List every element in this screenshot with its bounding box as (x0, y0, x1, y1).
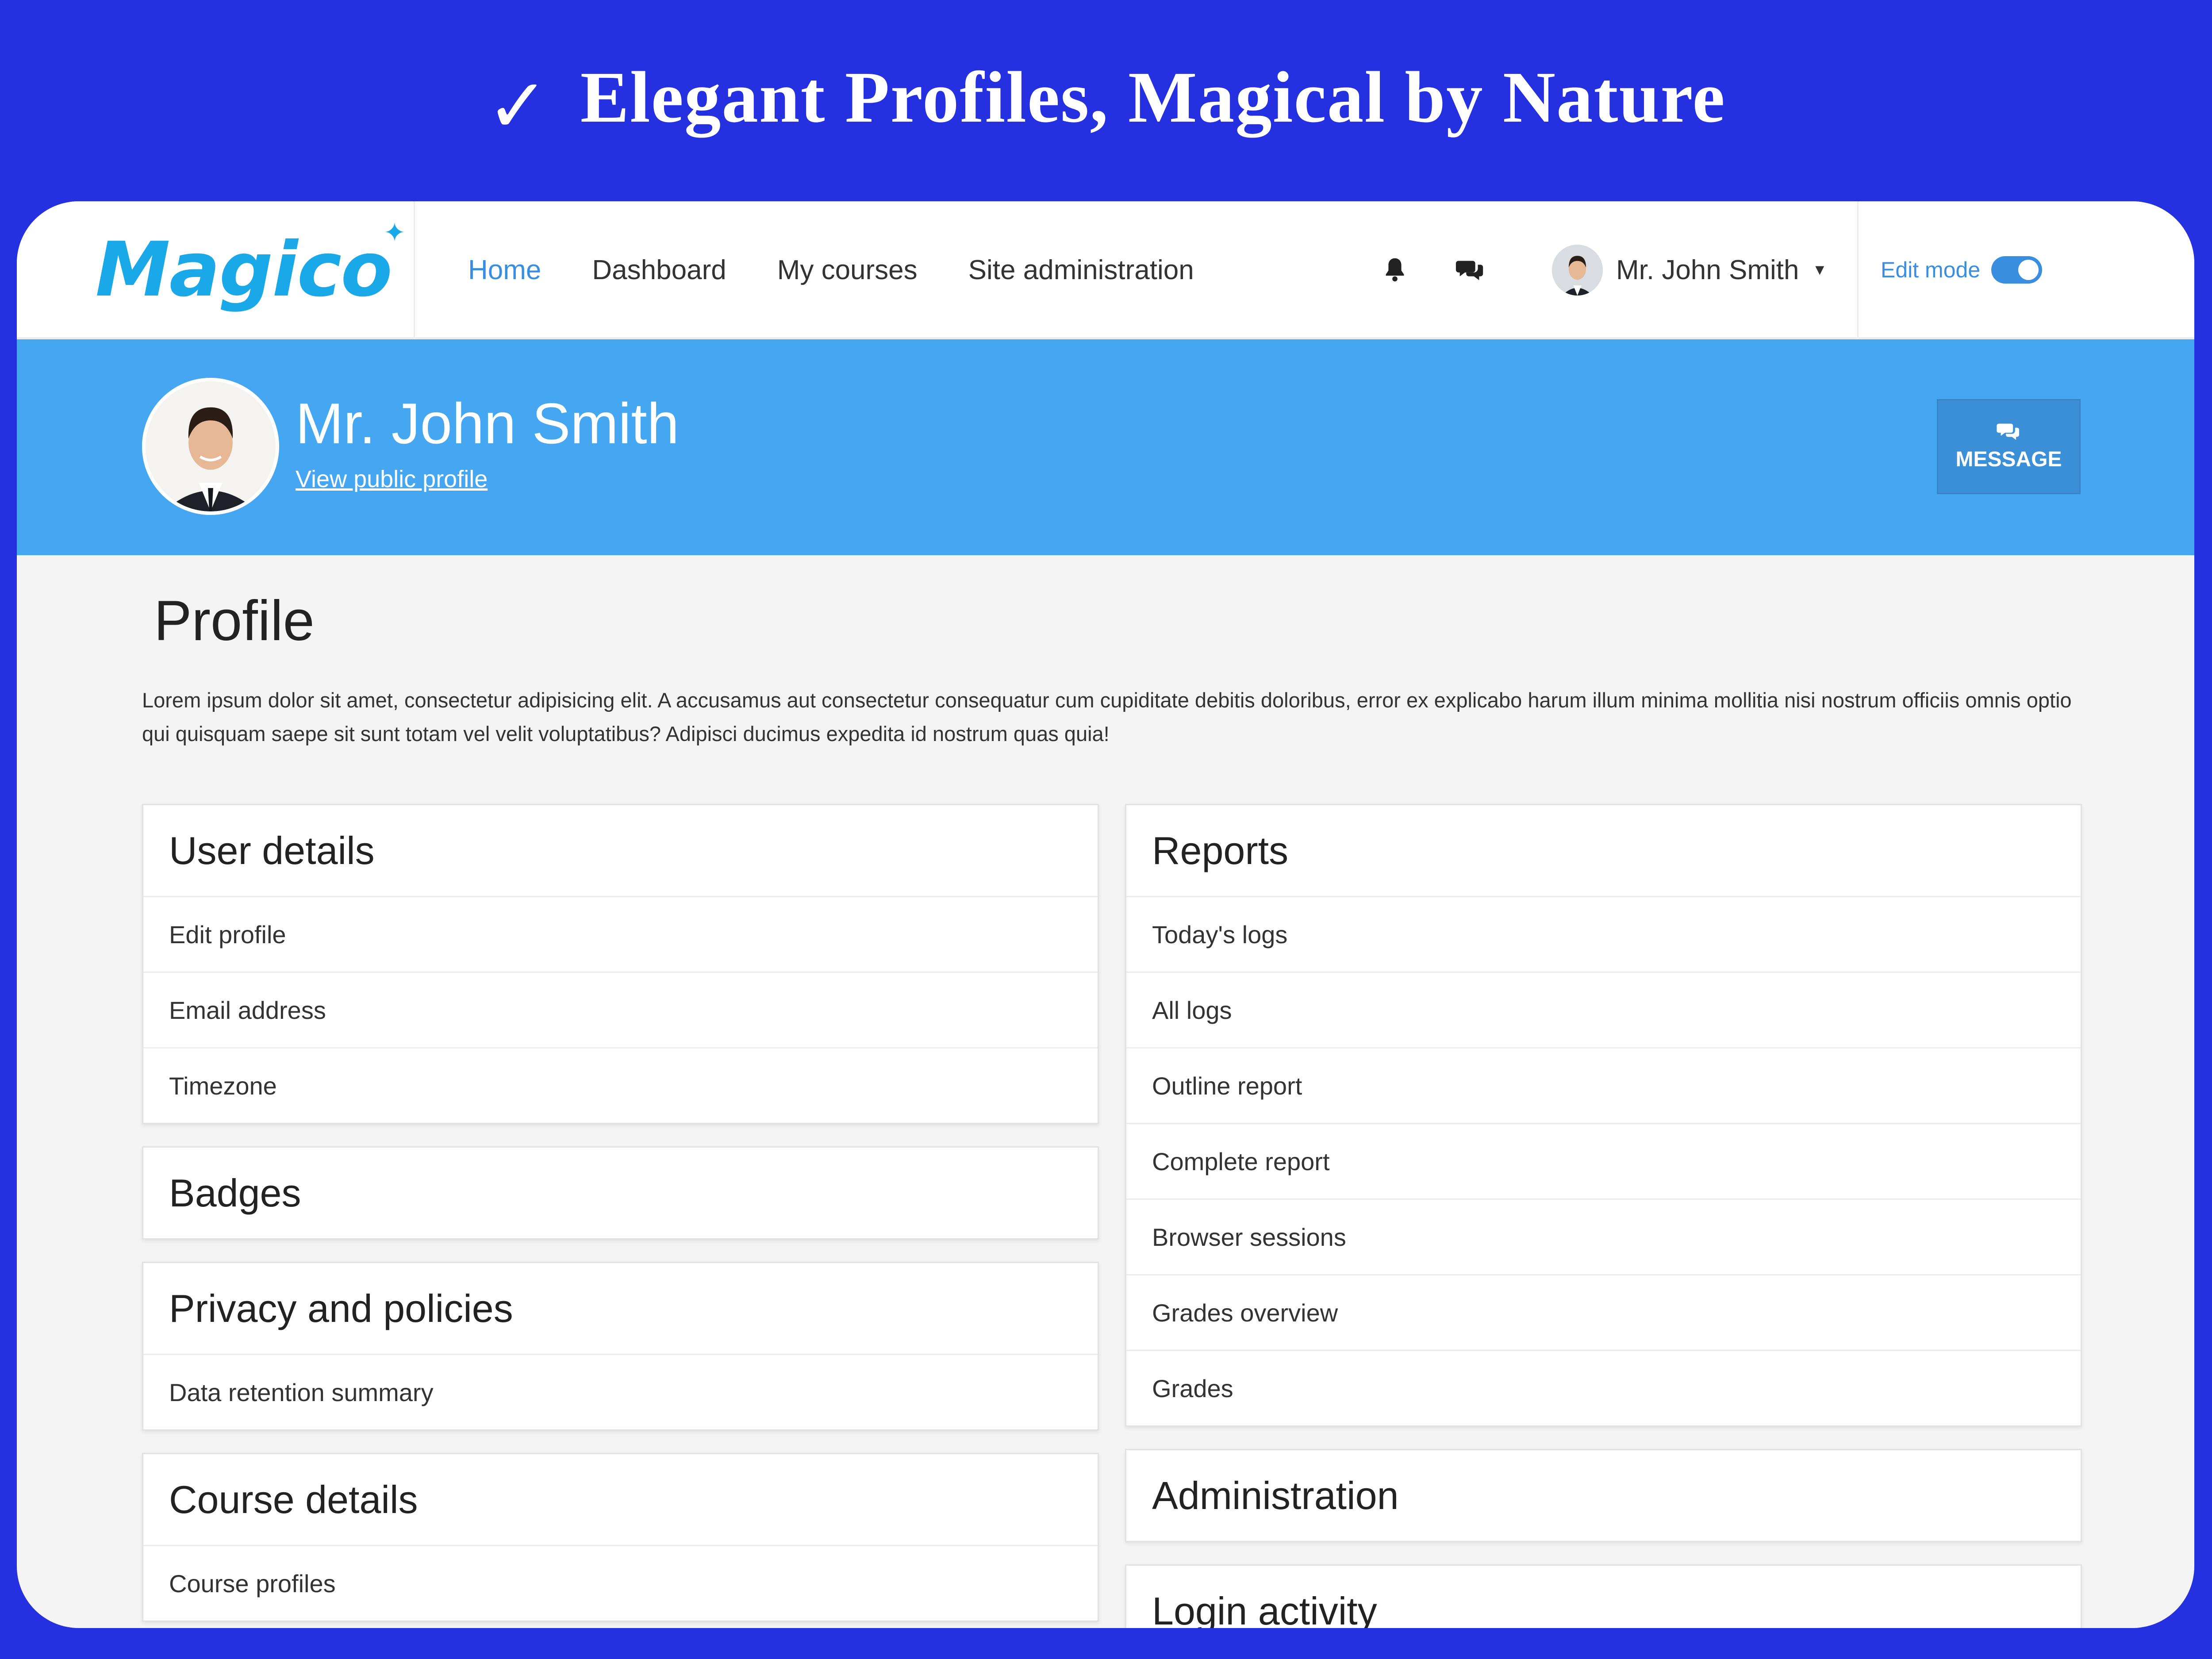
user-portrait-icon (1552, 244, 1603, 296)
list-item[interactable]: Timezone (143, 1047, 1098, 1123)
privacy-card: Privacy and policies Data retention summ… (142, 1262, 1099, 1431)
user-details-card: User details Edit profile Email address … (142, 804, 1099, 1124)
right-column: Reports Today's logs All logs Outline re… (1125, 804, 2082, 1628)
nav-link-my-courses[interactable]: My courses (777, 254, 918, 286)
edit-mode-toggle[interactable] (1991, 256, 2043, 284)
list-item[interactable]: Course profiles (143, 1545, 1098, 1621)
profile-header: Mr. John Smith View public profile MESSA… (17, 339, 2194, 555)
card-title: Course details (169, 1477, 418, 1521)
list-item[interactable]: Email address (143, 972, 1098, 1047)
nav-link-dashboard[interactable]: Dashboard (592, 254, 726, 286)
list-item[interactable]: Edit profile (143, 896, 1098, 972)
toggle-knob (2018, 260, 2039, 280)
list-item[interactable]: Browser sessions (1126, 1198, 2081, 1274)
card-title: Badges (169, 1171, 301, 1215)
checkmark-icon: ✓ (486, 62, 549, 150)
nav-link-home[interactable]: Home (468, 254, 541, 286)
edit-mode-label: Edit mode (1881, 257, 1981, 282)
list-item[interactable]: Grades (1126, 1350, 2081, 1425)
card-title: Reports (1152, 828, 1289, 872)
sparkle-icon: ✦ (383, 217, 406, 248)
nav-link-site-administration[interactable]: Site administration (968, 254, 1194, 286)
primary-nav: Home Dashboard My courses Site administr… (468, 201, 1194, 338)
login-activity-card: Login activity (1125, 1564, 2082, 1628)
list-item[interactable]: Data retention summary (143, 1354, 1098, 1429)
logo-text: Magico (95, 226, 392, 314)
course-details-card: Course details Course profiles (142, 1453, 1099, 1622)
banner-headline: Elegant Profiles, Magical by Nature (580, 57, 1726, 138)
promo-banner: ✓ Elegant Profiles, Magical by Nature (0, 0, 2212, 195)
list-item[interactable]: Grades overview (1126, 1274, 2081, 1350)
reports-card: Reports Today's logs All logs Outline re… (1125, 804, 2082, 1427)
message-button[interactable]: MESSAGE (1937, 399, 2081, 494)
badges-card: Badges (142, 1146, 1099, 1240)
list-item[interactable]: Today's logs (1126, 896, 2081, 972)
edit-mode-control: Edit mode (1857, 201, 2194, 338)
chat-icon (1996, 423, 2019, 440)
page-title: Profile (154, 589, 315, 653)
list-item[interactable]: Outline report (1126, 1047, 2081, 1123)
user-name[interactable]: Mr. John Smith (1616, 254, 1799, 286)
list-item[interactable]: All logs (1126, 972, 2081, 1047)
profile-name: Mr. John Smith (296, 391, 679, 456)
profile-avatar (142, 378, 279, 515)
bell-icon[interactable] (1379, 254, 1410, 285)
chat-icon[interactable] (1455, 254, 1486, 285)
profile-description: Lorem ipsum dolor sit amet, consectetur … (142, 688, 2072, 745)
card-title: User details (169, 828, 375, 872)
user-portrait-icon (146, 381, 276, 511)
administration-card: Administration (1125, 1449, 2082, 1542)
chevron-down-icon[interactable]: ▼ (1812, 261, 1827, 279)
card-title: Privacy and policies (169, 1286, 513, 1330)
left-column: User details Edit profile Email address … (142, 804, 1099, 1628)
card-title: Login activity (1152, 1589, 1377, 1628)
avatar[interactable] (1552, 244, 1603, 296)
top-navbar: Magico ✦ Home Dashboard My courses Site … (17, 201, 2194, 338)
card-title: Administration (1152, 1473, 1399, 1517)
logo-container[interactable]: Magico ✦ (17, 201, 415, 338)
view-public-profile-link[interactable]: View public profile (296, 465, 488, 493)
list-item[interactable]: Complete report (1126, 1123, 2081, 1198)
logo[interactable]: Magico ✦ (95, 217, 406, 314)
app-window: Magico ✦ Home Dashboard My courses Site … (17, 201, 2194, 1628)
message-button-label: MESSAGE (1955, 448, 2062, 471)
user-menu[interactable]: Mr. John Smith ▼ (1552, 241, 1827, 299)
